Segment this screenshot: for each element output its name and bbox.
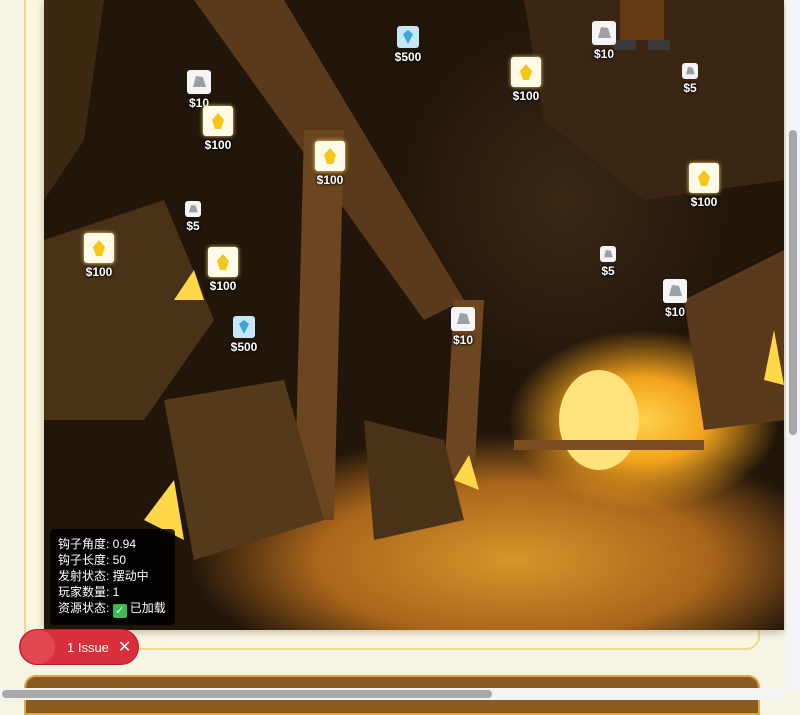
resource-item: $100 [496,57,556,103]
resource-value: $100 [204,138,232,152]
resource-value: $5 [601,264,615,278]
gold-icon [689,163,719,193]
resource-item: $10 [169,70,229,110]
gold-icon [315,141,345,171]
resource-item: $5 [163,201,223,233]
issues-badge[interactable]: 1 Issue ✕ [19,629,139,665]
resource-item: $10 [433,307,493,347]
issues-count-label: 1 Issue [67,639,109,655]
rock-icon [663,279,687,303]
resource-value: $100 [690,195,718,209]
resource-item: $100 [674,163,734,209]
check-icon: ✓ [112,604,127,618]
debug-panel: 钩子角度: 0.94 钩子长度: 50 发射状态: 摆动中 玩家数量: 1 资源… [50,529,175,625]
resource-item: $5 [578,246,638,278]
diamond-icon [397,26,419,48]
horizontal-scrollbar-thumb[interactable] [2,690,492,698]
asset-status-value: 已加载 [129,601,166,615]
resource-item: $5 [660,63,720,95]
issue-indicator-icon [21,630,55,664]
resource-value: $10 [452,333,474,347]
hook-length-text: 钩子长度: 50 [58,553,127,567]
resource-item: $10 [645,279,705,319]
resource-value: $5 [683,81,697,95]
launch-state-text: 发射状态: 摆动中 [58,569,149,583]
diamond-icon [233,316,255,338]
resource-item: $100 [193,247,253,293]
resource-value: $100 [85,265,113,279]
rock-icon [187,70,211,94]
rock-icon [451,307,475,331]
vertical-scrollbar[interactable] [786,0,800,690]
rock-icon [592,21,616,45]
resource-item: $500 [214,316,274,354]
asset-status-label: 资源状态: [58,601,110,615]
resource-value: $10 [664,305,686,319]
resource-item: $10 [574,21,634,61]
close-icon[interactable]: ✕ [118,637,131,657]
resource-value: $10 [593,47,615,61]
gold-icon [208,247,238,277]
resource-item: $500 [378,26,438,64]
resource-value: $100 [512,89,540,103]
gold-icon [84,233,114,263]
horizontal-scrollbar[interactable] [0,688,786,700]
resource-value: $500 [230,340,258,354]
vertical-scrollbar-thumb[interactable] [789,130,797,435]
asset-status-row: 资源状态: ✓ 已加载 [58,600,167,618]
resource-value: $5 [186,219,200,233]
resource-value: $100 [209,279,237,293]
rock-icon [682,63,698,79]
rock-icon [185,201,201,217]
rock-icon [600,246,616,262]
resource-value: $500 [394,50,422,64]
resource-value: $100 [316,173,344,187]
player-count-text: 玩家数量: 1 [58,585,120,599]
gold-icon [511,57,541,87]
gold-icon [203,106,233,136]
resource-item: $100 [300,141,360,187]
resource-item: $100 [69,233,129,279]
hook-angle-text: 钩子角度: 0.94 [58,537,137,551]
resource-item: $100 [188,106,248,152]
